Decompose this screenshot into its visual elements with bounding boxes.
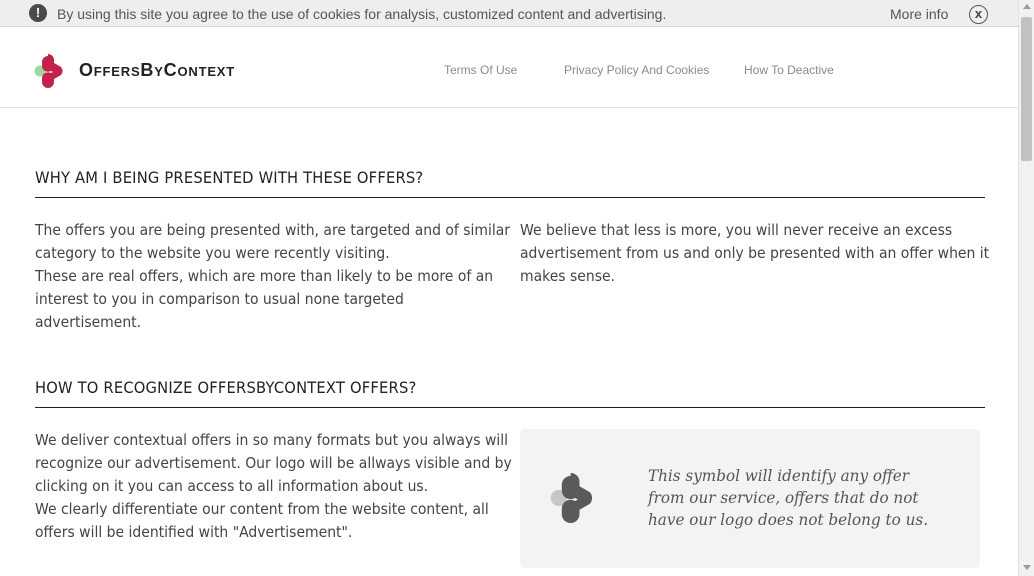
text-line: This symbol will identify any offer	[648, 466, 910, 485]
cookie-message: By using this site you agree to the use …	[57, 6, 667, 22]
alert-icon: !	[29, 4, 47, 22]
nav-terms-of-use[interactable]: Terms Of Use	[444, 63, 517, 77]
nav-how-to-deactive[interactable]: How To Deactive	[744, 63, 834, 77]
logo-chevron	[42, 54, 63, 88]
text-line: advertisement from us and only be presen…	[520, 244, 990, 262]
text-line: We believe that less is more, you will n…	[520, 221, 953, 239]
logo-icon[interactable]	[34, 52, 72, 90]
text-line: makes sense.	[520, 267, 615, 285]
logo-info-box: This symbol will identify any offer from…	[520, 429, 980, 568]
text-line: We deliver contextual offers in so many …	[35, 431, 508, 449]
text-line: interest to you in comparison to usual n…	[35, 290, 404, 308]
logo-info-text: This symbol will identify any offer from…	[648, 465, 958, 531]
text-line: We clearly differentiate our content fro…	[35, 500, 489, 518]
why-right-paragraph: We believe that less is more, you will n…	[520, 219, 1024, 288]
text-line: have our logo does not belong to us.	[648, 510, 929, 529]
scroll-thumb[interactable]	[1021, 17, 1032, 161]
section-divider	[35, 407, 985, 408]
text-line: offers will be identified with "Advertis…	[35, 523, 353, 541]
why-left-paragraph: The offers you are being presented with,…	[35, 219, 546, 334]
section-title-how: HOW TO RECOGNIZE OFFERSBYCONTEXT OFFERS?	[35, 378, 417, 397]
cookie-bar: ! By using this site you agree to the us…	[0, 0, 1018, 27]
text-line: advertisement.	[35, 313, 142, 331]
site-header: OffersByContext Terms Of Use Privacy Pol…	[0, 27, 1018, 108]
more-info-link[interactable]: More info	[890, 6, 948, 22]
text-line: clicking on it you can access to all inf…	[35, 477, 429, 495]
nav-privacy-policy[interactable]: Privacy Policy And Cookies	[564, 63, 709, 77]
how-left-paragraph: We deliver contextual offers in so many …	[35, 429, 548, 544]
scroll-down-arrow-icon[interactable]	[1023, 565, 1031, 570]
offer-symbol-icon	[550, 472, 593, 524]
section-divider	[35, 197, 985, 198]
close-icon[interactable]: x	[969, 5, 988, 24]
scroll-up-arrow-icon[interactable]	[1023, 4, 1031, 9]
symbol-chevron	[561, 472, 593, 524]
text-line: category to the website you were recentl…	[35, 244, 390, 262]
text-line: from our service, offers that do not	[648, 488, 919, 507]
text-line: The offers you are being presented with,…	[35, 221, 511, 239]
logo-text[interactable]: OffersByContext	[79, 60, 235, 81]
text-line: These are real offers, which are more th…	[35, 267, 494, 285]
text-line: recognize our advertisement. Our logo wi…	[35, 454, 512, 472]
scrollbar[interactable]	[1018, 0, 1034, 576]
section-title-why: WHY AM I BEING PRESENTED WITH THESE OFFE…	[35, 168, 424, 187]
